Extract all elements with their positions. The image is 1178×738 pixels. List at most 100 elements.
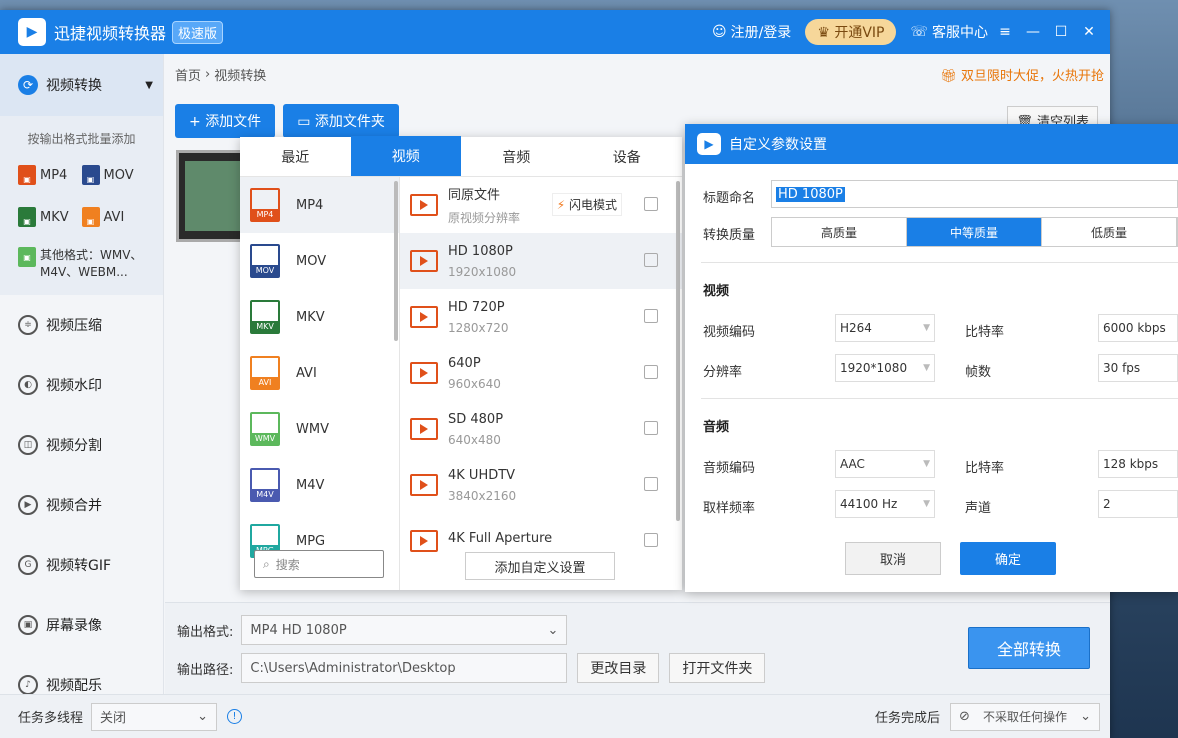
edit-icon[interactable] — [644, 197, 658, 211]
edit-icon[interactable] — [644, 309, 658, 323]
fps-input[interactable]: 30 fps — [1098, 354, 1178, 382]
quality-option-0[interactable]: 高质量 — [772, 218, 907, 246]
edit-icon[interactable] — [644, 253, 658, 267]
caret-down-icon: ▼ — [923, 323, 930, 333]
format-item[interactable]: MKV MKV — [240, 289, 399, 345]
format-item[interactable]: AVI AVI — [240, 345, 399, 401]
login-link[interactable]: ☺ 注册/登录 — [712, 22, 791, 42]
quality-option-2[interactable]: 低质量 — [1042, 218, 1177, 246]
add-custom-button[interactable]: 添加自定义设置 — [465, 552, 615, 580]
video-thumbnail[interactable] — [176, 150, 246, 242]
sidebar-item-3[interactable]: ▶ 视频合并 — [0, 475, 163, 535]
file-icon: ▣ — [18, 165, 36, 185]
video-codec-select[interactable]: H264 ▼ — [835, 314, 935, 342]
quick-format-avi[interactable]: ▣ AVI — [81, 207, 146, 227]
chevron-down-icon: ⌄ — [1080, 709, 1091, 724]
resolution-label: 分辨率 — [703, 365, 743, 380]
audio-codec-select[interactable]: AAC ▼ — [835, 450, 935, 478]
preset-list: 同原文件 原视频分辨率 ⚡︎ 闪电模式 HD 1080P 1920x1080 H… — [400, 177, 682, 590]
sidebar-item-video-convert[interactable]: ⟳ 视频转换 ▼ — [0, 54, 163, 116]
folder-icon: ▭ — [297, 114, 311, 130]
caret-down-icon: ▼ — [145, 79, 153, 91]
sample-rate-select[interactable]: 44100 Hz ▼ — [835, 490, 935, 518]
format-item[interactable]: M4V M4V — [240, 457, 399, 513]
dialog-title-bar: ▶ 自定义参数设置 — [685, 124, 1178, 164]
add-folder-button[interactable]: ▭ 添加文件夹 — [283, 104, 399, 138]
sidebar-item-1[interactable]: ◐ 视频水印 — [0, 355, 163, 415]
file-format-icon: AVI — [250, 356, 280, 390]
tab-0[interactable]: 最近 — [240, 137, 351, 176]
format-item[interactable]: MOV MOV — [240, 233, 399, 289]
quick-format-mkv[interactable]: ▣ MKV — [18, 207, 82, 227]
maximize-icon[interactable]: ☐ — [1050, 24, 1072, 40]
service-link[interactable]: ☏ 客服中心 — [910, 22, 988, 42]
breadcrumb-home[interactable]: 首页 — [175, 65, 201, 84]
edition-badge: 极速版 — [172, 20, 224, 44]
vip-button[interactable]: ♛ 开通VIP — [805, 19, 897, 45]
minimize-icon[interactable]: — — [1022, 24, 1044, 40]
edit-icon[interactable] — [644, 421, 658, 435]
edit-icon[interactable] — [644, 533, 658, 547]
preset-item[interactable]: 640P 960x640 — [400, 345, 682, 401]
sidebar-item-4[interactable]: G 视频转GIF — [0, 535, 163, 595]
sidebar-item-0[interactable]: ≑ 视频压缩 — [0, 295, 163, 355]
output-path-input[interactable]: C:\Users\Administrator\Desktop — [241, 653, 568, 683]
output-settings: 输出格式: MP4 HD 1080P ⌄ 输出路径: C:\Users\Admin… — [165, 602, 1110, 694]
video-bitrate-input[interactable]: 6000 kbps — [1098, 314, 1178, 342]
open-folder-button[interactable]: 打开文件夹 — [669, 653, 766, 683]
resolution-select[interactable]: 1920*1080 ▼ — [835, 354, 935, 382]
video-file-icon — [410, 306, 438, 328]
cancel-button[interactable]: 取消 — [845, 542, 941, 575]
tab-1[interactable]: 视频 — [350, 136, 461, 176]
channel-input[interactable]: 2 — [1098, 490, 1178, 518]
sidebar-item-5[interactable]: ▣ 屏幕录像 — [0, 595, 163, 655]
convert-all-button[interactable]: 全部转换 — [968, 627, 1090, 669]
audio-codec-label: 音频编码 — [703, 461, 756, 476]
output-format-select[interactable]: MP4 HD 1080P ⌄ — [241, 615, 568, 645]
other-formats[interactable]: ▣ 其他格式：WMV、M4V、WEBM... — [0, 227, 163, 287]
format-item[interactable]: WMV WMV — [240, 401, 399, 457]
batch-add-hint: 按输出格式批量添加 — [27, 132, 136, 146]
video-bitrate-label: 比特率 — [965, 325, 1005, 340]
add-file-button[interactable]: + 添加文件 — [175, 104, 276, 138]
quality-option-1[interactable]: 中等质量 — [907, 218, 1042, 246]
search-input[interactable]: 搜索 — [276, 556, 300, 573]
preset-list-scrollbar[interactable] — [676, 181, 680, 521]
dialog-title: 自定义参数设置 — [729, 137, 827, 153]
video-file-icon — [410, 250, 438, 272]
preset-item[interactable]: HD 720P 1280x720 — [400, 289, 682, 345]
tab-3[interactable]: 设备 — [572, 137, 683, 176]
after-done-select[interactable]: ⊘ 不采取任何操作 ⌄ — [950, 702, 1100, 731]
video-section-title: 视频 — [703, 284, 730, 299]
audio-bitrate-label: 比特率 — [965, 461, 1005, 476]
edit-icon[interactable] — [644, 477, 658, 491]
file-format-icon: MP4 — [250, 188, 280, 222]
file-icon: ▣ — [18, 247, 36, 267]
flash-mode-badge[interactable]: ⚡︎ 闪电模式 — [551, 193, 622, 216]
preset-item[interactable]: SD 480P 640x480 — [400, 401, 682, 457]
sidebar-item-2[interactable]: ◫ 视频分割 — [0, 415, 163, 475]
name-input[interactable]: HD 1080P — [771, 180, 1178, 208]
ok-button[interactable]: 确定 — [960, 542, 1056, 575]
tab-2[interactable]: 音频 — [461, 137, 572, 176]
threads-select[interactable]: 关闭 ⌄ — [91, 702, 218, 731]
preset-item[interactable]: 同原文件 原视频分辨率 ⚡︎ 闪电模式 — [400, 177, 682, 233]
format-search[interactable]: ⌕ 搜索 — [254, 550, 384, 578]
after-done-label: 任务完成后 — [874, 711, 940, 726]
menu-icon[interactable]: ≡ — [994, 24, 1016, 40]
video-file-icon — [410, 530, 438, 552]
format-list-scrollbar[interactable] — [394, 181, 398, 341]
format-item[interactable]: MP4 MP4 — [240, 177, 399, 233]
quick-format-mov[interactable]: ▣ MOV — [81, 165, 146, 185]
edit-icon[interactable] — [644, 365, 658, 379]
name-label: 标题命名 — [703, 191, 756, 206]
audio-bitrate-input[interactable]: 128 kbps — [1098, 450, 1178, 478]
preset-item[interactable]: HD 1080P 1920x1080 — [400, 233, 682, 289]
quick-format-mp4[interactable]: ▣ MP4 — [18, 165, 82, 185]
preset-item[interactable]: 4K UHDTV 3840x2160 — [400, 457, 682, 513]
close-icon[interactable]: ✕ — [1078, 24, 1100, 40]
change-dir-button[interactable]: 更改目录 — [577, 653, 660, 683]
title-bar: ▶ 迅捷视频转换器 极速版 ☺ 注册/登录 ♛ 开通VIP ☏ 客服中心 ≡ — ☐… — [0, 10, 1110, 54]
info-icon[interactable]: ! — [227, 709, 243, 724]
promo-link[interactable]: 🎁︎ 双旦限时大促，火热开抢 — [940, 65, 1104, 84]
